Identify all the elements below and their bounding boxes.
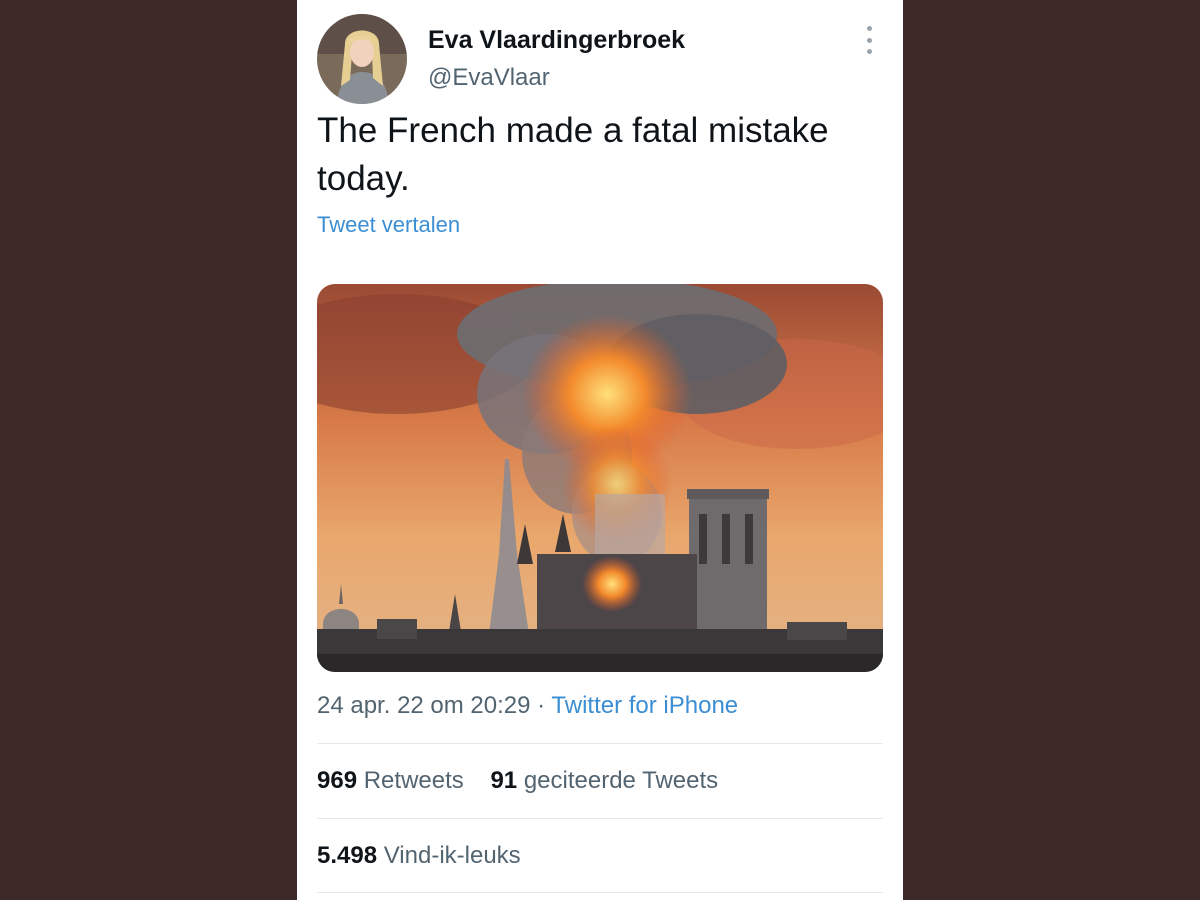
user-handle[interactable]: @EvaVlaar xyxy=(428,64,550,92)
likes-count: 5.498 xyxy=(317,842,378,869)
likes-stat[interactable]: 5.498 Vind-ik-leuks xyxy=(317,842,521,870)
more-options-icon[interactable] xyxy=(857,26,881,54)
engagement-stats: 969 Retweets 91 geciteerde Tweets xyxy=(317,767,718,795)
likes-label: Vind-ik-leuks xyxy=(383,842,521,869)
tweet-card: Eva Vlaardingerbroek @EvaVlaar The Frenc… xyxy=(297,0,903,900)
tweet-meta: 24 apr. 22 om 20:29 · Twitter for iPhone xyxy=(317,692,738,720)
retweets-label: Retweets xyxy=(363,767,464,794)
tweet-text: The French made a fatal mistake today. xyxy=(317,111,829,198)
divider xyxy=(317,818,883,819)
retweets-stat[interactable]: 969 Retweets xyxy=(317,767,464,794)
avatar[interactable] xyxy=(317,14,407,104)
divider xyxy=(317,743,883,744)
translate-tweet-link[interactable]: Tweet vertalen xyxy=(317,212,460,238)
retweets-count: 969 xyxy=(317,767,358,794)
quotes-stat[interactable]: 91 geciteerde Tweets xyxy=(490,767,718,794)
quotes-count: 91 xyxy=(490,767,518,794)
tweet-image[interactable] xyxy=(317,284,883,672)
quotes-label: geciteerde Tweets xyxy=(523,767,719,794)
tweet-date[interactable]: 24 apr. 22 om 20:29 xyxy=(317,692,531,719)
display-name[interactable]: Eva Vlaardingerbroek xyxy=(428,26,685,55)
tweet-source-link[interactable]: Twitter for iPhone xyxy=(551,692,738,719)
meta-separator: · xyxy=(530,692,552,719)
divider xyxy=(317,892,883,893)
